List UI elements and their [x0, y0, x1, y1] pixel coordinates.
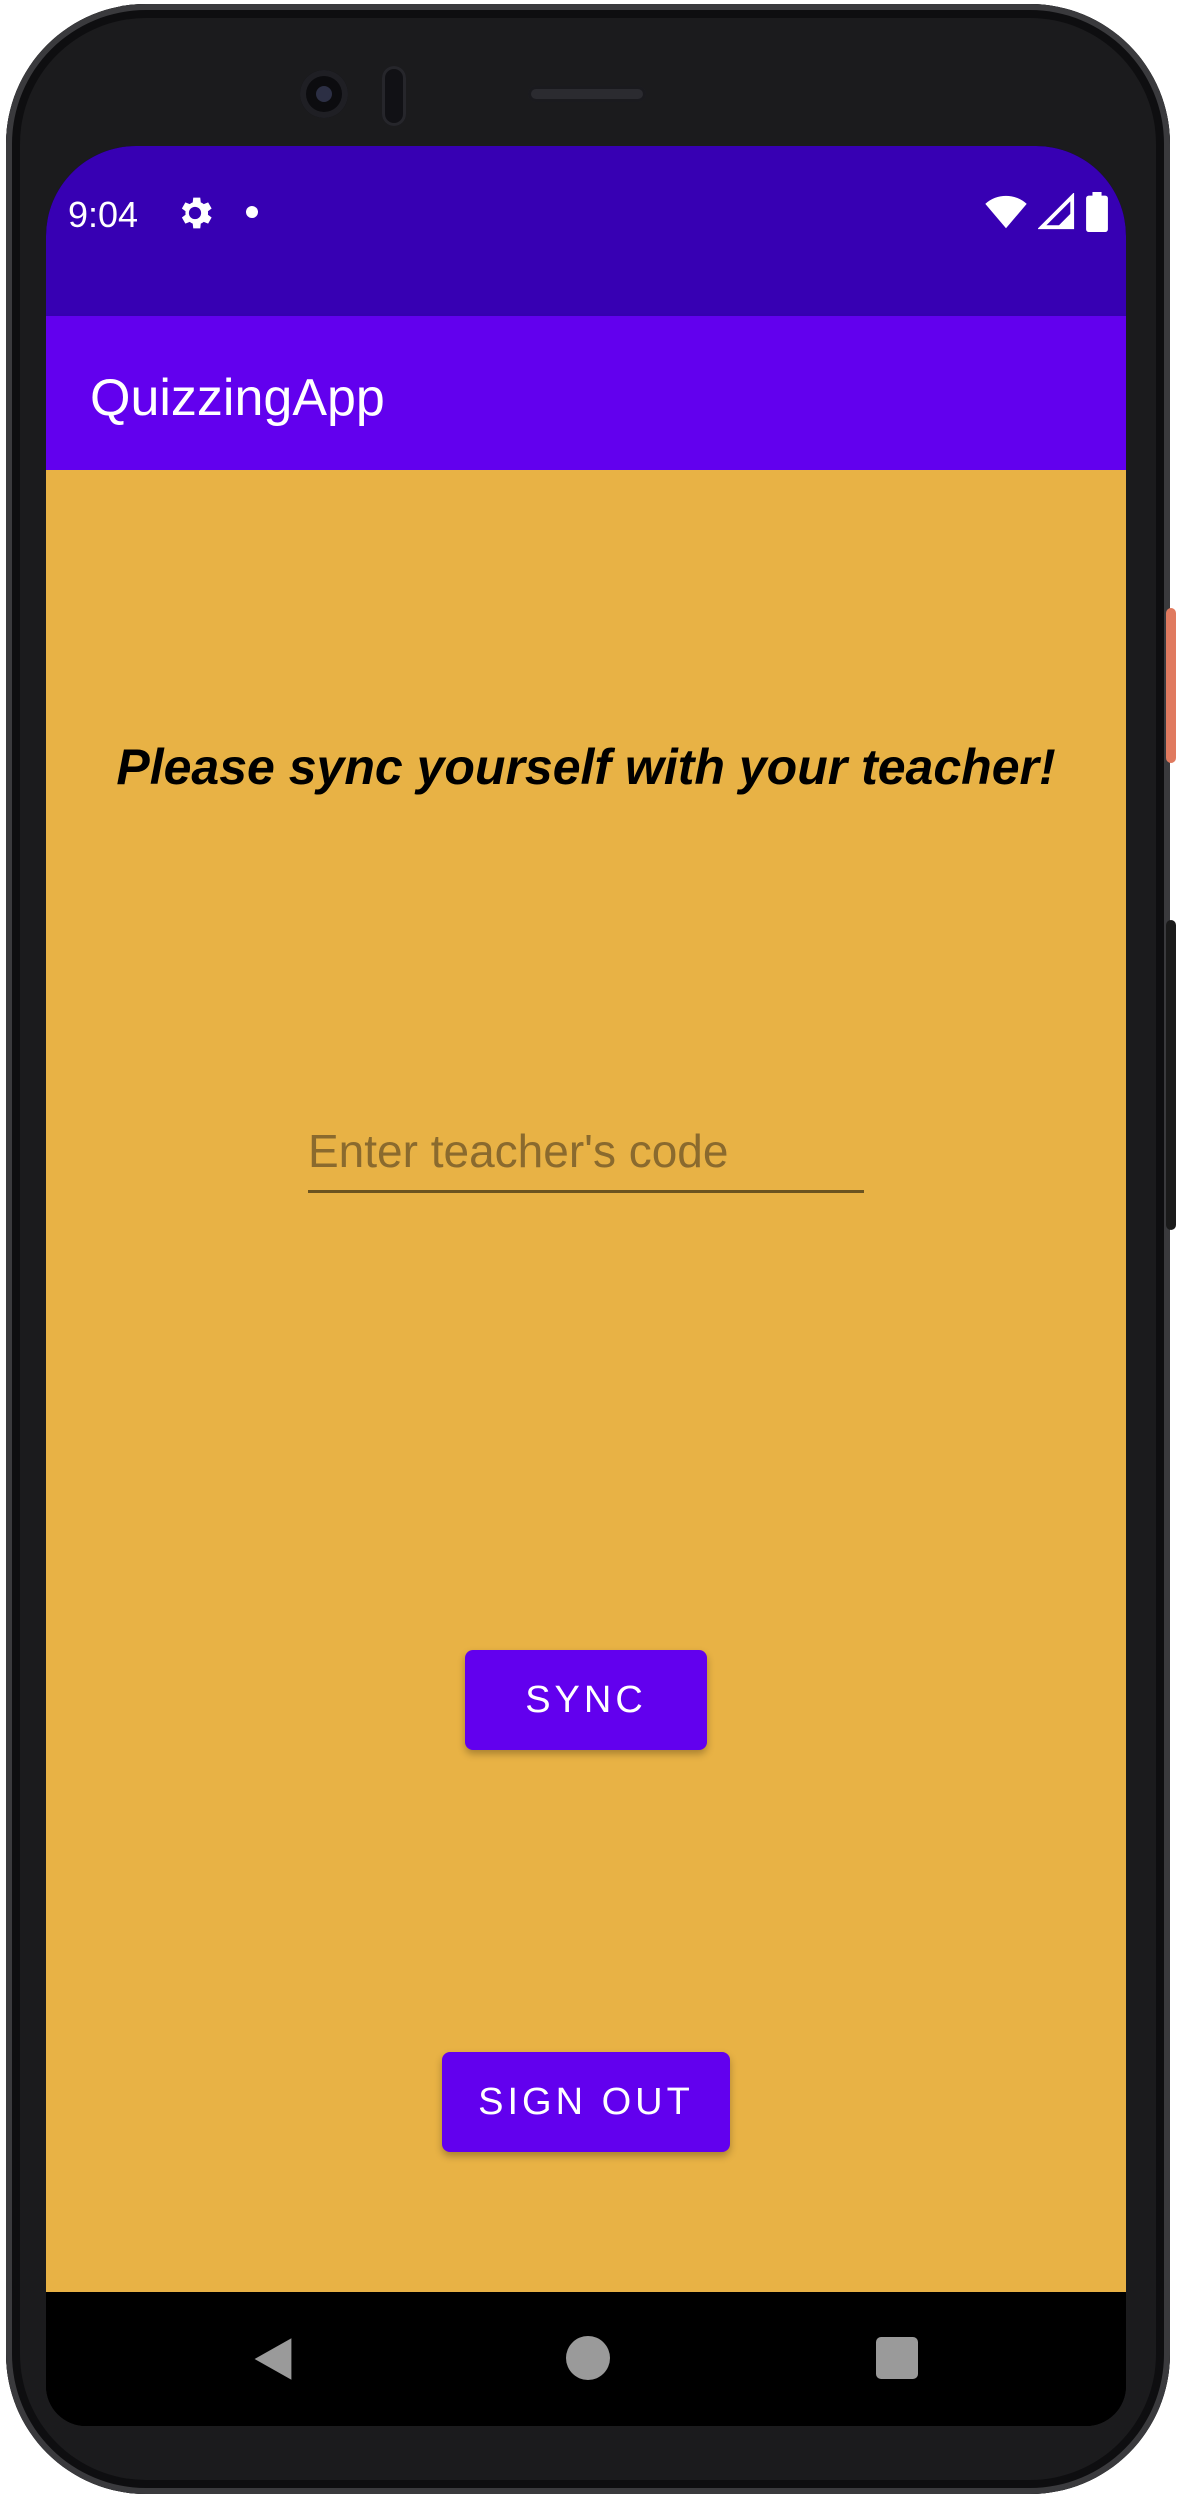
status-icons	[984, 190, 1108, 234]
power-button	[1166, 608, 1176, 763]
status-bar: 9:04	[46, 146, 1126, 316]
home-icon[interactable]	[566, 2336, 610, 2380]
navigation-bar	[46, 2292, 1126, 2426]
notification-dot-icon	[246, 206, 258, 218]
app-bar: QuizzingApp	[46, 316, 1126, 470]
volume-button	[1166, 920, 1176, 1230]
sync-instruction-heading: Please sync yourself with your teacher!	[116, 739, 1056, 795]
wifi-icon	[985, 195, 1027, 229]
proximity-sensor	[382, 66, 406, 126]
battery-icon	[1086, 192, 1108, 232]
main-content: Please sync yourself with your teacher! …	[46, 470, 1126, 2292]
app-title: QuizzingApp	[90, 369, 385, 427]
earpiece-speaker	[528, 86, 646, 102]
gear-icon	[181, 197, 212, 229]
recents-icon[interactable]	[876, 2337, 918, 2379]
sign-out-button[interactable]: SIGN OUT	[442, 2052, 730, 2152]
signal-icon	[1038, 193, 1075, 230]
teacher-code-input[interactable]	[308, 1116, 864, 1193]
screen: 9:04 QuizzingApp Please sync yourself wi…	[46, 146, 1126, 2426]
status-time: 9:04	[68, 194, 139, 235]
sync-button[interactable]: SYNC	[465, 1650, 707, 1750]
back-icon[interactable]	[250, 2336, 296, 2382]
front-camera	[300, 70, 348, 118]
